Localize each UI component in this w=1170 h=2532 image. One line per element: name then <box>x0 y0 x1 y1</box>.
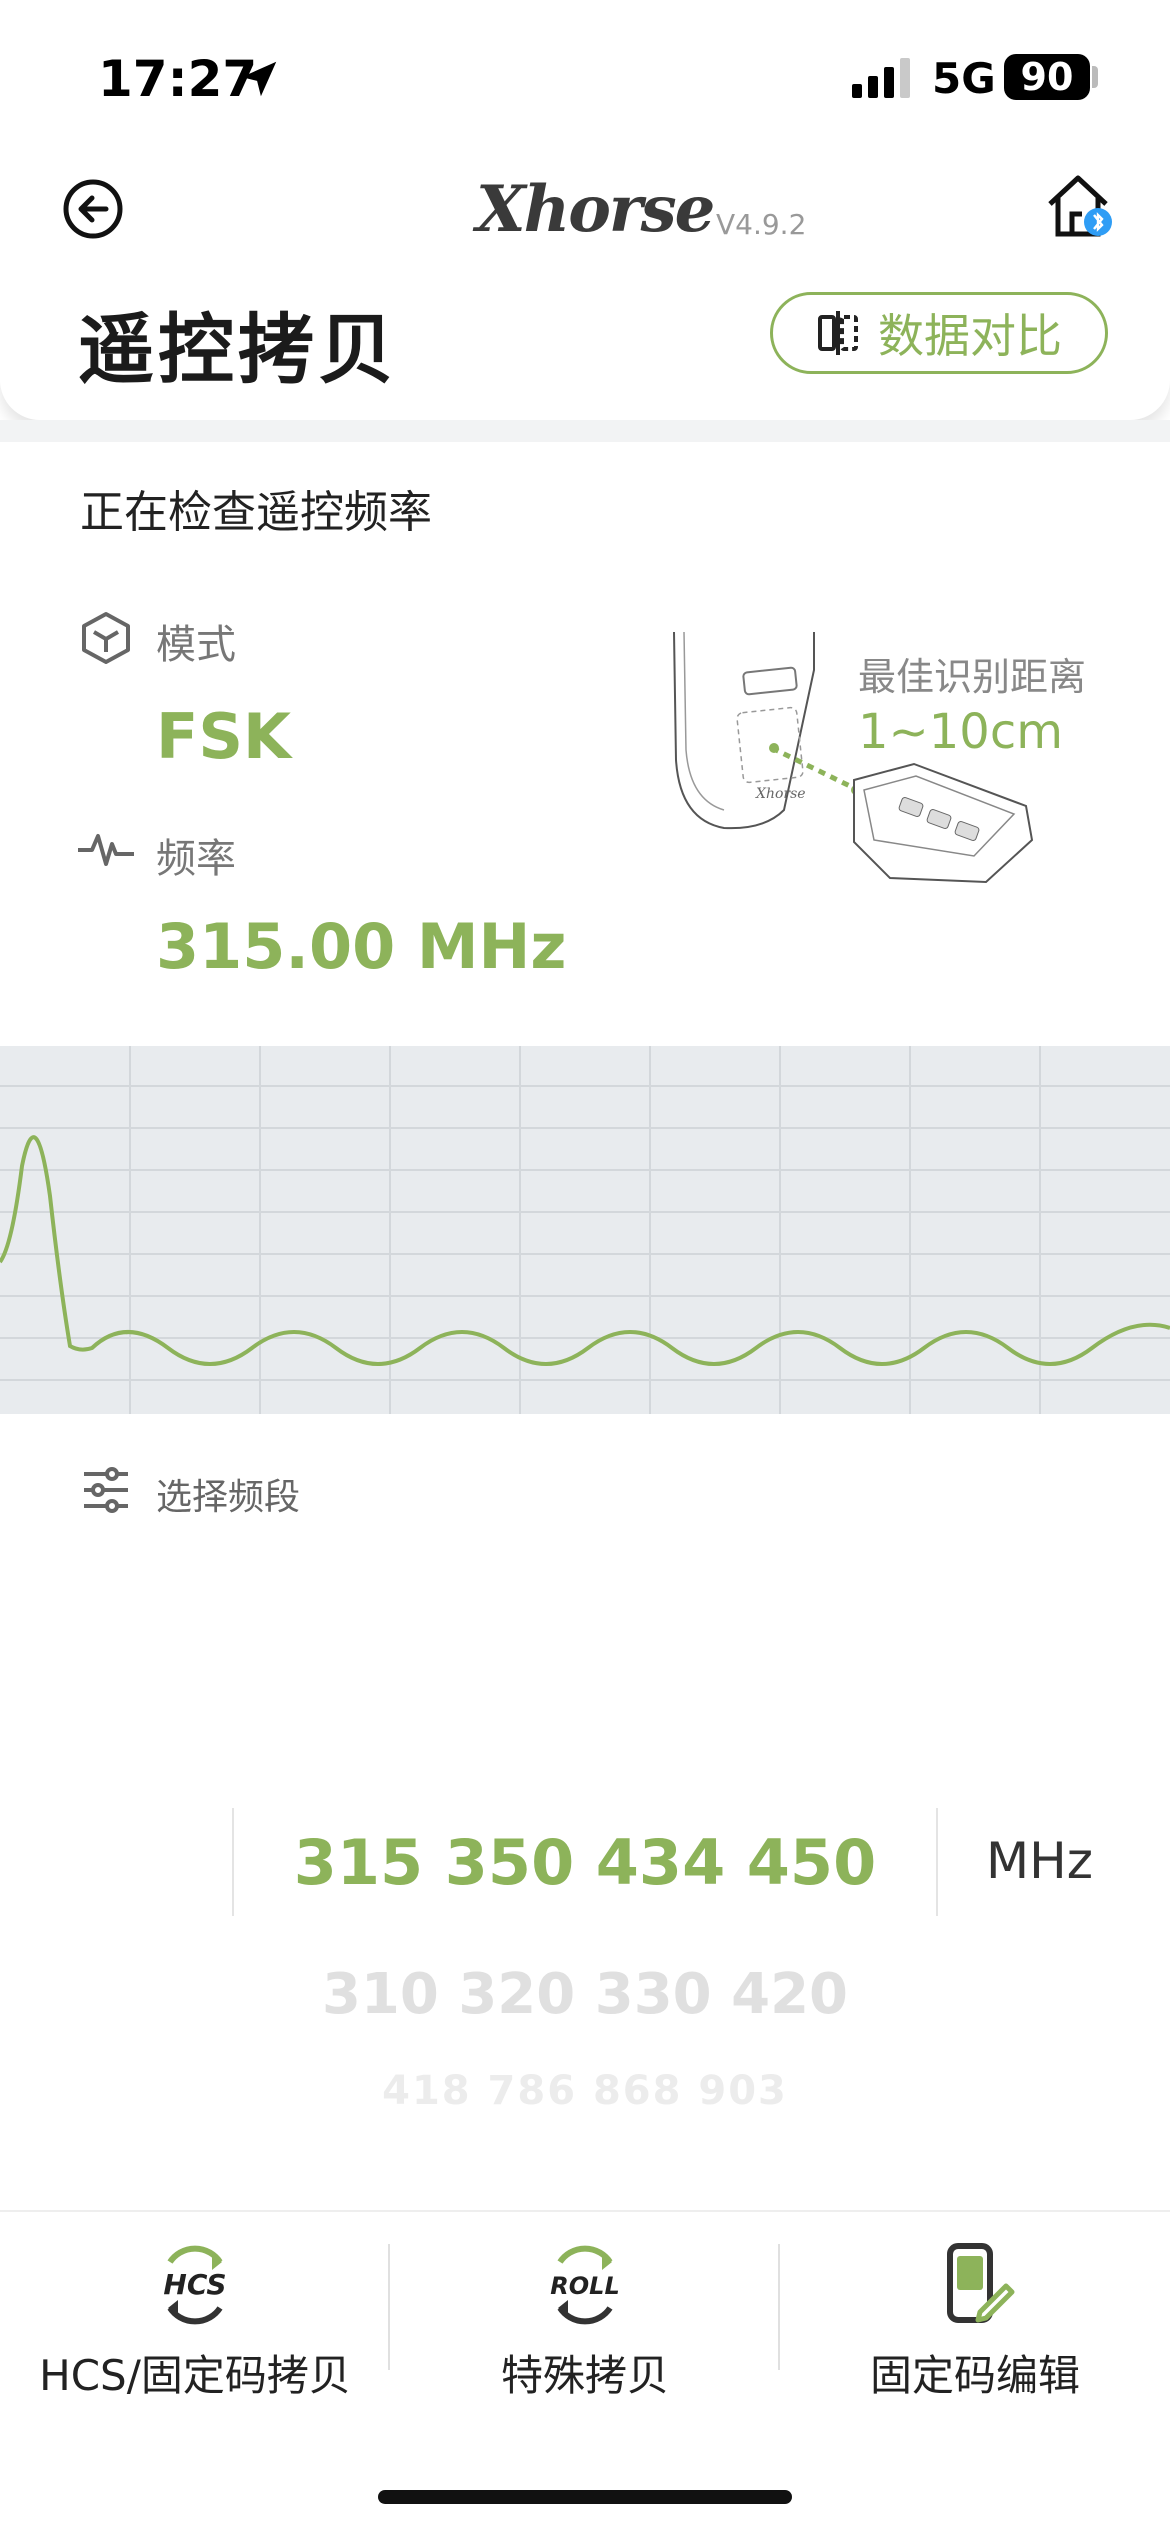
hcs-icon: HCS <box>163 2245 227 2325</box>
tab-label: HCS/固定码拷贝 <box>39 2351 351 2400</box>
tab-label: 固定码编辑 <box>869 2351 1080 2400</box>
tabbar-top-border <box>0 2210 1170 2212</box>
home-bluetooth-icon[interactable] <box>1042 170 1114 242</box>
tab-special-copy[interactable]: ROLL 特殊拷贝 <box>390 2240 780 2430</box>
data-compare-button[interactable]: 数据对比 <box>770 292 1108 374</box>
edit-device-icon <box>947 2243 1015 2323</box>
checking-status-text: 正在检查遥控频率 <box>80 487 432 538</box>
status-time: 17:27 <box>98 50 258 108</box>
band-unit: MHz <box>986 1832 1093 1890</box>
tab-fixed-code-edit[interactable]: 固定码编辑 <box>780 2240 1170 2430</box>
picker-divider-right <box>936 1808 938 1916</box>
xhorse-logo: Xhorse <box>476 172 715 247</box>
page-title: 遥控拷贝 <box>78 305 398 394</box>
back-icon[interactable] <box>62 178 124 240</box>
battery-level: 90 <box>1004 54 1090 100</box>
mode-value: FSK <box>156 700 292 773</box>
cube-icon <box>82 612 130 664</box>
home-indicator[interactable] <box>378 2490 792 2504</box>
network-type: 5G <box>932 54 996 103</box>
compare-icon <box>818 311 858 355</box>
hcs-icon-text: HCS <box>163 2268 226 2301</box>
band-option-faded[interactable] <box>234 2130 936 2140</box>
roll-icon-text: ROLL <box>550 2272 619 2300</box>
best-distance-value: 1~10cm <box>858 704 1063 760</box>
chart-grid <box>0 1046 1170 1414</box>
signal-icon <box>852 58 910 98</box>
battery-cap <box>1092 66 1098 88</box>
app-version: V4.9.2 <box>716 208 807 241</box>
best-distance-label: 最佳识别距离 <box>858 655 1087 699</box>
svg-text:Xhorse: Xhorse <box>755 786 806 802</box>
band-option[interactable]: 418 786 868 903 <box>234 2068 936 2114</box>
band-selector-label: 选择频段 <box>156 1477 301 1518</box>
band-option[interactable]: 310 320 330 420 <box>234 1962 936 2027</box>
mode-label: 模式 <box>156 622 236 668</box>
waveform-icon <box>78 834 134 866</box>
frequency-value: 315.00 MHz <box>156 910 567 983</box>
header-shadow-gap <box>0 420 1170 442</box>
location-arrow-icon <box>241 61 277 97</box>
sliders-icon <box>84 1467 128 1513</box>
frequency-label: 频率 <box>156 836 236 882</box>
tab-hcs-fixed-code-copy[interactable]: HCS HCS/固定码拷贝 <box>0 2240 390 2430</box>
tab-label: 特殊拷贝 <box>500 2351 669 2400</box>
data-compare-label: 数据对比 <box>878 309 1062 363</box>
roll-icon: ROLL <box>550 2245 620 2325</box>
signal-waveform-chart <box>0 1046 1170 1414</box>
waveform-line <box>0 1135 1170 1366</box>
band-option-selected[interactable]: 315 350 434 450 <box>234 1826 936 1899</box>
